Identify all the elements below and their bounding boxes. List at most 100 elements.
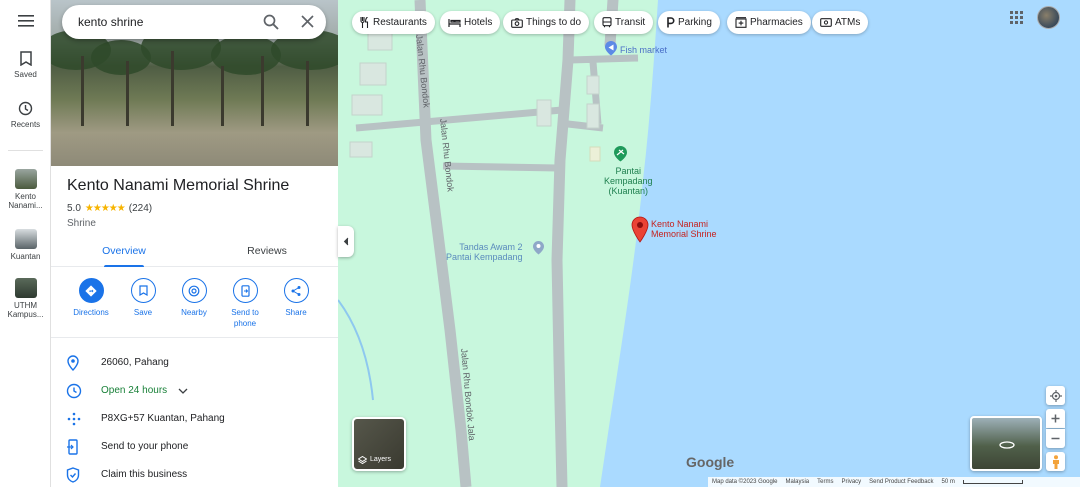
search-icon[interactable]	[263, 14, 279, 30]
plus-code-icon	[67, 412, 81, 426]
chevron-left-icon	[343, 237, 349, 246]
shield-check-icon	[66, 467, 80, 483]
tandas-awam-label[interactable]: Tandas Awam 2 Pantai Kempadang	[446, 242, 523, 262]
google-logo: Google	[686, 454, 735, 470]
rail-divider	[8, 150, 43, 151]
chip-transit[interactable]: Transit	[594, 11, 654, 34]
map-canvas[interactable]: Restaurants Hotels Things to do Transit …	[338, 0, 1080, 487]
place-actions: Directions Save Nearby Send to phone Sha…	[51, 276, 338, 338]
label-line: Memorial Shrine	[651, 229, 717, 239]
label-line: Pantai Kempadang	[446, 252, 523, 262]
menu-icon	[17, 15, 34, 27]
chip-atms[interactable]: ATMs	[812, 11, 869, 34]
beach-icon[interactable]	[613, 145, 628, 162]
my-location-button[interactable]	[1046, 386, 1065, 405]
send-to-phone-row[interactable]: Send to your phone	[51, 435, 338, 459]
directions-icon	[85, 284, 97, 297]
claim-row[interactable]: Claim this business	[51, 463, 338, 487]
map-data-text: Map data ©2023 Google	[712, 479, 778, 485]
claim-text: Claim this business	[101, 469, 188, 480]
send-to-phone-text: Send to your phone	[101, 441, 189, 452]
send-to-phone-label: Send to phone	[231, 308, 259, 328]
privacy-link[interactable]: Privacy	[842, 479, 862, 485]
label-line: (Kuantan)	[608, 186, 649, 196]
rotate-360-icon	[999, 441, 1015, 449]
pegman-icon	[1052, 454, 1059, 469]
share-button[interactable]: Share	[269, 276, 323, 318]
hours-row[interactable]: Open 24 hours	[51, 379, 338, 403]
minus-icon	[1051, 437, 1060, 440]
country-link[interactable]: Malaysia	[785, 479, 809, 485]
layers-button[interactable]: Layers	[352, 417, 406, 471]
directions-label: Directions	[73, 308, 109, 317]
chip-label: Parking	[678, 17, 712, 28]
recent-item-kento[interactable]: Kento Nanami...	[0, 169, 51, 210]
fish-market-icon[interactable]	[604, 40, 618, 56]
share-label: Share	[285, 308, 307, 317]
terms-link[interactable]: Terms	[817, 479, 833, 485]
save-button[interactable]: Save	[116, 276, 170, 318]
street-view-thumbnail[interactable]	[970, 416, 1042, 471]
side-rail: Saved Recents Kento Nanami... Kuantan UT…	[0, 0, 51, 487]
recent-thumbnail	[14, 169, 37, 189]
toilet-icon[interactable]	[532, 240, 545, 255]
nearby-icon	[188, 285, 200, 296]
label-line: Kento Nanami	[651, 219, 709, 229]
address-text: 26060, Pahang	[101, 357, 169, 368]
collapse-panel-button[interactable]	[338, 226, 354, 257]
menu-button[interactable]	[0, 14, 51, 32]
place-panel: Kento Nanami Memorial Shrine 5.0 ★★★★★ (…	[51, 0, 338, 487]
scale-label[interactable]: 50 m	[942, 479, 955, 485]
bookmark-icon	[138, 285, 148, 296]
location-pin-icon[interactable]	[631, 216, 649, 243]
send-to-phone-button[interactable]: Send to phone	[218, 276, 272, 329]
fork-knife-icon	[360, 17, 369, 28]
pantai-kempadang-label[interactable]: Pantai Kempadang (Kuantan)	[604, 166, 653, 196]
fish-market-label[interactable]: Fish market	[620, 45, 667, 55]
reviews-count[interactable]: (224)	[129, 203, 152, 214]
label-line: Kempadang	[604, 176, 653, 186]
chip-label: Things to do	[526, 17, 582, 28]
zoom-out-button[interactable]	[1046, 429, 1065, 448]
nearby-button[interactable]: Nearby	[167, 276, 221, 318]
tab-overview[interactable]: Overview	[81, 238, 167, 267]
chip-restaurants[interactable]: Restaurants	[352, 11, 435, 34]
tab-reviews[interactable]: Reviews	[224, 238, 310, 267]
chip-things-to-do[interactable]: Things to do	[503, 11, 590, 34]
avatar[interactable]	[1037, 6, 1060, 29]
label-line: Pantai	[615, 166, 642, 176]
apps-grid-icon[interactable]	[1010, 11, 1023, 24]
chip-parking[interactable]: Parking	[658, 11, 720, 34]
place-category[interactable]: Shrine	[67, 218, 96, 229]
zoom-in-button[interactable]	[1046, 409, 1065, 428]
plus-icon	[1051, 414, 1060, 423]
chip-label: Restaurants	[373, 17, 427, 28]
my-location-icon	[1049, 389, 1062, 402]
rating-stars: ★★★★★	[84, 203, 126, 214]
recents-label: Recents	[10, 120, 41, 129]
recent-item-kuantan[interactable]: Kuantan	[0, 229, 51, 261]
recent-thumbnail	[14, 229, 37, 249]
search-box	[62, 5, 326, 39]
clock-icon	[66, 383, 82, 399]
saved-label: Saved	[14, 70, 37, 79]
recents-button[interactable]: Recents	[0, 101, 51, 129]
chevron-down-icon[interactable]	[178, 388, 188, 395]
label-line: Tandas Awam 2	[459, 242, 523, 252]
chip-hotels[interactable]: Hotels	[440, 11, 501, 34]
rating-value: 5.0	[67, 203, 81, 214]
feedback-link[interactable]: Send Product Feedback	[869, 479, 933, 485]
directions-button[interactable]: Directions	[64, 276, 118, 318]
close-icon[interactable]	[301, 15, 314, 28]
plus-code-row[interactable]: P8XG+57 Kuantan, Pahang	[51, 407, 338, 431]
chip-pharmacies[interactable]: Pharmacies	[727, 11, 811, 34]
tab-reviews-label: Reviews	[247, 245, 287, 257]
recent-item-label: Kento Nanami...	[8, 192, 43, 210]
selected-place-label[interactable]: Kento Nanami Memorial Shrine	[651, 219, 717, 239]
saved-button[interactable]: Saved	[0, 51, 51, 79]
phone-icon	[240, 284, 250, 297]
search-input[interactable]	[78, 13, 248, 31]
address-row[interactable]: 26060, Pahang	[51, 351, 338, 375]
recent-item-uthm[interactable]: UTHM Kampus...	[0, 278, 51, 319]
street-view-pegman-button[interactable]	[1046, 452, 1065, 471]
